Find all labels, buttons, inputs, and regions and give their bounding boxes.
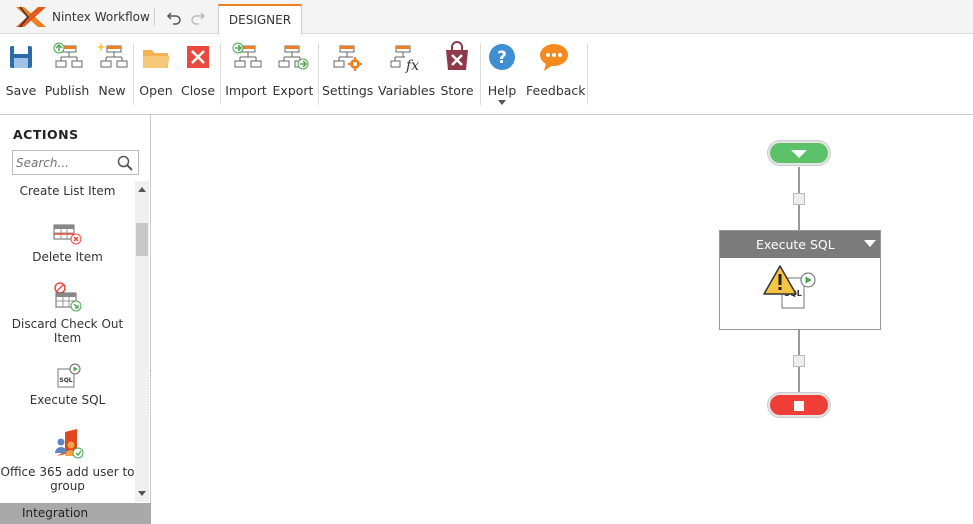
publish-button[interactable]: Publish <box>44 40 90 108</box>
import-icon <box>232 42 262 68</box>
undo-icon[interactable] <box>166 9 182 25</box>
action-menu-caret[interactable] <box>864 240 876 247</box>
store-icon <box>446 41 468 70</box>
store-label: Store <box>440 83 474 98</box>
action-header: Execute SQL <box>720 231 880 258</box>
feedback-icon <box>540 44 568 71</box>
execute-sql-icon: SQL <box>57 363 80 388</box>
drop-zone[interactable] <box>793 193 805 205</box>
chevron-down-icon[interactable] <box>498 100 506 105</box>
publish-label: Publish <box>44 83 90 98</box>
settings-icon <box>333 45 362 71</box>
top-bar: Nintex Workflow DESIGNER <box>0 0 973 35</box>
app-brand: Nintex Workflow <box>52 10 150 24</box>
action-item-discard-check-out-item[interactable]: Discard Check Out Item <box>0 281 135 345</box>
variables-label: Variables <box>378 83 436 98</box>
folder-icon <box>143 50 170 68</box>
save-button[interactable]: Save <box>4 40 38 108</box>
divider <box>154 8 155 26</box>
search-input[interactable] <box>13 151 113 174</box>
nintex-logo <box>16 6 46 28</box>
workflow-end[interactable] <box>768 393 830 417</box>
tab-designer[interactable]: DESIGNER <box>218 4 302 35</box>
variables-button[interactable]: fx Variables <box>378 40 436 108</box>
scroll-thumb[interactable] <box>136 223 148 256</box>
scroll-down-arrow[interactable] <box>138 491 146 496</box>
help-label: Help <box>487 83 517 98</box>
new-button[interactable]: New <box>94 40 130 108</box>
drop-zone[interactable] <box>793 355 805 367</box>
action-item-label: Create List Item <box>19 184 116 198</box>
svg-text:SQL: SQL <box>59 377 72 384</box>
stop-icon <box>794 401 804 411</box>
settings-button[interactable]: Settings <box>322 40 374 108</box>
ribbon-divider <box>318 43 319 105</box>
export-label: Export <box>272 83 314 98</box>
actions-panel: ACTIONS Create List Item Delete Item <box>0 115 151 524</box>
help-icon: ? <box>489 44 515 70</box>
search-box <box>12 150 139 175</box>
open-label: Open <box>139 83 173 98</box>
action-item-office-365-add-user[interactable]: Office 365 add user to group <box>0 429 135 493</box>
action-item-execute-sql[interactable]: SQL Execute SQL <box>0 363 135 407</box>
import-button[interactable]: Import <box>225 40 267 108</box>
save-label: Save <box>5 83 37 98</box>
workflow-start[interactable] <box>768 141 830 165</box>
redo-icon[interactable] <box>190 9 206 25</box>
action-item-label: Execute SQL <box>29 393 106 407</box>
action-item-create-list-item[interactable]: Create List Item <box>0 184 135 198</box>
feedback-button[interactable]: Feedback <box>526 40 586 108</box>
close-icon <box>187 46 209 68</box>
export-button[interactable]: Export <box>272 40 314 108</box>
actions-title: ACTIONS <box>13 127 79 142</box>
svg-text:fx: fx <box>405 58 419 74</box>
scroll-up-arrow[interactable] <box>138 187 146 192</box>
execute-sql-action[interactable]: Execute SQL SQL <box>719 230 881 330</box>
action-title: Execute SQL <box>756 237 835 252</box>
new-icon <box>96 42 128 68</box>
start-arrow-icon <box>791 150 807 158</box>
store-button[interactable]: Store <box>439 40 475 108</box>
discard-checkout-icon <box>53 282 81 312</box>
ribbon-toolbar: Save Publish New Open Close Import Expor… <box>0 34 973 115</box>
ribbon-divider <box>587 43 588 105</box>
help-button[interactable]: ? Help <box>485 40 519 108</box>
export-icon <box>278 45 309 70</box>
action-item-label: Delete Item <box>32 250 103 264</box>
save-icon <box>10 46 32 68</box>
category-integration[interactable]: Integration <box>0 503 151 524</box>
action-item-label: Discard Check Out Item <box>11 317 124 345</box>
action-item-label: Office 365 add user to group <box>0 465 135 493</box>
new-label: New <box>98 83 126 98</box>
import-label: Import <box>225 83 267 98</box>
publish-icon <box>53 42 83 68</box>
feedback-label: Feedback <box>526 83 586 98</box>
close-button[interactable]: Close <box>180 40 216 108</box>
search-icon[interactable] <box>117 155 133 171</box>
ribbon-divider <box>220 43 221 105</box>
delete-item-icon <box>53 224 81 245</box>
ribbon-divider <box>133 43 134 105</box>
close-label: Close <box>180 83 216 98</box>
svg-text:?: ? <box>497 48 507 68</box>
office365-add-user-icon <box>54 429 83 459</box>
variables-icon: fx <box>390 45 419 74</box>
open-button[interactable]: Open <box>139 40 173 108</box>
settings-label: Settings <box>322 83 374 98</box>
warning-icon <box>763 265 797 295</box>
action-item-delete-item[interactable]: Delete Item <box>0 220 135 264</box>
action-list: Create List Item Delete Item Discard Che… <box>0 181 135 502</box>
actions-scrollbar[interactable] <box>135 181 149 502</box>
ribbon-divider <box>480 43 481 105</box>
designer-canvas[interactable]: Execute SQL SQL <box>151 115 973 524</box>
